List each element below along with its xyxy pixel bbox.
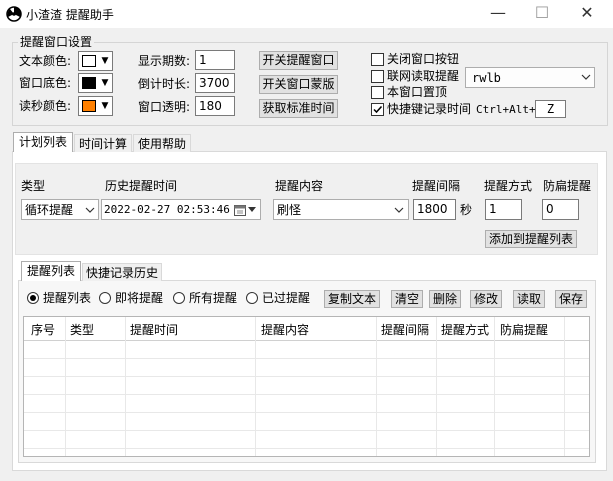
window-bg-swatch — [82, 77, 96, 89]
tab-hotkey-history[interactable]: 快捷记录历史 — [82, 263, 162, 281]
filter-radio-all[interactable] — [173, 292, 185, 304]
filter-label-upcoming: 即将提醒 — [115, 291, 164, 305]
add-to-list-button[interactable]: 添加到提醒列表 — [485, 230, 577, 248]
chevron-down-icon — [581, 74, 591, 80]
clear-button[interactable]: 清空 — [391, 290, 423, 308]
chevron-down-icon — [85, 207, 95, 213]
column-header[interactable]: 提醒时间 — [130, 321, 178, 339]
tab-reminder-list[interactable]: 提醒列表 — [21, 261, 81, 281]
type-value: 循环提醒 — [25, 203, 74, 217]
window-opacity-label: 窗口透明: — [138, 100, 191, 114]
window-title: 小渣渣 提醒助手 — [26, 8, 114, 22]
title-bar: 小渣渣 提醒助手 — ☐ ✕ — [0, 0, 613, 28]
window-opacity-input[interactable]: 180 — [195, 96, 235, 116]
countdown-duration-label: 倒计时长: — [138, 77, 191, 91]
filter-label-list: 提醒列表 — [43, 291, 92, 305]
column-header[interactable]: 防扁提醒 — [500, 321, 548, 339]
settings-group-label: 提醒窗口设置 — [18, 33, 95, 51]
topmost-checkbox[interactable] — [371, 86, 384, 99]
countdown-color-swatch — [82, 100, 96, 112]
window-bg-picker[interactable]: ▼ — [78, 73, 113, 93]
chevron-down-icon: ▼ — [101, 78, 109, 88]
content-select[interactable]: 刷怪 — [273, 199, 409, 220]
delete-button[interactable]: 删除 — [429, 290, 461, 308]
type-header: 类型 — [21, 179, 46, 193]
filter-label-all: 所有提醒 — [189, 291, 238, 305]
column-header[interactable]: 提醒间隔 — [381, 321, 429, 339]
anti-flicker-input[interactable]: 0 — [542, 199, 579, 220]
tab-time-calc[interactable]: 时间计算 — [74, 134, 132, 152]
checkmark-icon — [373, 105, 383, 114]
hotkey-record-label: 快捷键记录时间 — [387, 102, 472, 116]
chevron-down-icon: ▼ — [101, 56, 109, 66]
text-color-picker[interactable]: ▼ — [78, 51, 113, 71]
column-header[interactable]: 提醒内容 — [261, 321, 309, 339]
interval-input[interactable]: 1800 — [413, 199, 456, 220]
content-value: 刷怪 — [277, 203, 302, 217]
hotkey-prefix: Ctrl+Alt+ — [476, 103, 536, 116]
app-icon — [6, 6, 22, 22]
countdown-duration-input[interactable]: 3700 — [195, 73, 235, 93]
minimize-button[interactable]: — — [475, 0, 521, 28]
online-source-value: rwlb — [472, 71, 501, 85]
filter-radio-past[interactable] — [246, 292, 258, 304]
save-button[interactable]: 保存 — [555, 290, 587, 308]
hotkey-record-checkbox[interactable] — [371, 103, 384, 116]
chevron-down-icon: ▼ — [101, 101, 109, 111]
hotkey-key-input[interactable]: Z — [535, 100, 566, 118]
tab-plan-list[interactable]: 计划列表 — [13, 132, 73, 152]
filter-label-past: 已过提醒 — [262, 291, 311, 305]
copy-text-button[interactable]: 复制文本 — [324, 290, 380, 308]
online-source-select[interactable]: rwlb — [465, 67, 595, 88]
tab-help[interactable]: 使用帮助 — [133, 134, 191, 152]
countdown-color-picker[interactable]: ▼ — [78, 96, 113, 116]
window-bg-label: 窗口底色: — [19, 76, 72, 90]
history-time-picker[interactable]: 2022-02-27 02:53:46 — [101, 199, 261, 220]
load-button[interactable]: 读取 — [513, 290, 545, 308]
filter-radio-list[interactable] — [27, 292, 39, 304]
close-button[interactable]: ✕ — [564, 0, 610, 28]
column-header[interactable]: 序号 — [31, 321, 55, 339]
mode-input[interactable]: 1 — [485, 199, 522, 220]
display-count-label: 显示期数: — [138, 54, 191, 68]
countdown-color-label: 读秒颜色: — [19, 99, 72, 113]
history-time-header: 历史提醒时间 — [105, 179, 178, 193]
toggle-window-button[interactable]: 开关提醒窗口 — [259, 51, 338, 70]
filter-radio-upcoming[interactable] — [99, 292, 111, 304]
online-read-checkbox[interactable] — [371, 70, 384, 83]
get-time-button[interactable]: 获取标准时间 — [259, 99, 338, 118]
text-color-label: 文本颜色: — [19, 54, 72, 68]
mode-header: 提醒方式 — [484, 179, 533, 193]
interval-unit: 秒 — [460, 203, 473, 217]
maximize-button[interactable]: ☐ — [519, 0, 565, 28]
chevron-down-icon — [394, 207, 404, 213]
interval-header: 提醒间隔 — [412, 179, 461, 193]
edit-button[interactable]: 修改 — [470, 290, 502, 308]
chevron-down-icon — [248, 207, 256, 212]
column-header[interactable]: 提醒方式 — [441, 321, 489, 339]
calendar-icon[interactable] — [234, 204, 246, 216]
reminder-table[interactable]: 序号 类型 提醒时间 提醒内容 提醒间隔 提醒方式 防扁提醒 — [23, 316, 590, 457]
type-select[interactable]: 循环提醒 — [21, 199, 99, 220]
text-color-swatch — [82, 55, 96, 67]
display-count-input[interactable]: 1 — [195, 50, 235, 70]
close-window-button-checkbox[interactable] — [371, 53, 384, 66]
history-time-value: 2022-02-27 02:53:46 — [104, 203, 230, 216]
anti-flicker-header: 防扁提醒 — [543, 179, 592, 193]
column-header[interactable]: 类型 — [70, 321, 94, 339]
toggle-mask-button[interactable]: 开关窗口蒙版 — [259, 75, 338, 94]
topmost-label: 本窗口置顶 — [387, 85, 448, 99]
close-window-button-label: 关闭窗口按钮 — [387, 52, 460, 66]
content-header: 提醒内容 — [275, 179, 324, 193]
